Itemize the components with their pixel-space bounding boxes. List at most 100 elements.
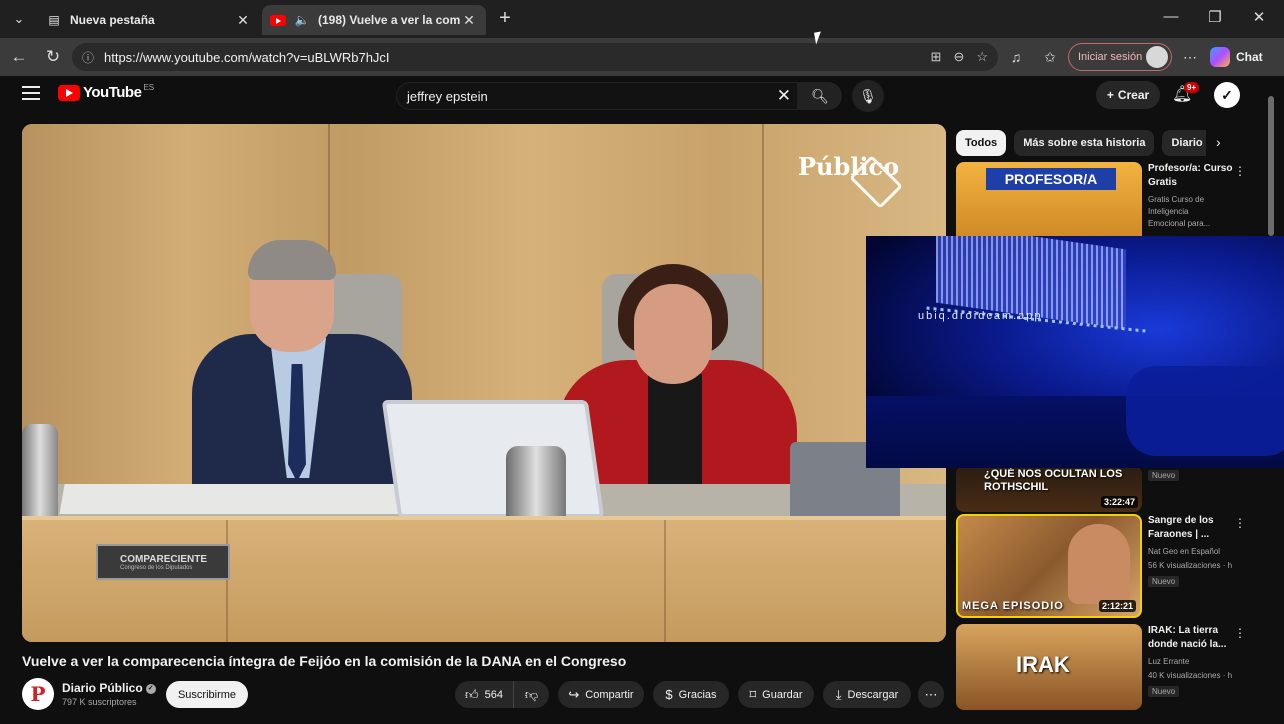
reco-views: 40 K visualizaciones · h xyxy=(1148,671,1233,680)
chip-all[interactable]: Todos xyxy=(956,130,1007,156)
thermos-jug xyxy=(22,424,58,524)
search-button[interactable]: 🔍︎ xyxy=(798,82,842,110)
download-icon: ⤓ xyxy=(835,686,842,702)
signin-button[interactable]: Iniciar sesión xyxy=(1068,43,1172,71)
search-query: jeffrey epstein xyxy=(407,88,488,104)
reco-title[interactable]: IRAK: La tierra donde nació la... xyxy=(1148,624,1238,652)
overlay-camera-video[interactable]: ubiq.droidcam.app xyxy=(866,236,1284,468)
thumbs-down-icon: 👎︎ xyxy=(524,686,539,702)
bookmark-icon: ⌑ xyxy=(749,686,757,702)
new-badge: Nuevo xyxy=(1148,470,1180,481)
voice-search-button[interactable]: 🎙︎ xyxy=(852,80,884,112)
share-label: Compartir xyxy=(585,688,634,701)
face xyxy=(634,284,712,384)
tab-title: (198) Vuelve a ver la comparecencia ínte… xyxy=(318,13,460,27)
thumbnail-text: PROFESOR/A xyxy=(986,168,1116,190)
chip-diario-publico[interactable]: Diario Público xyxy=(1162,130,1206,156)
more-dots-icon: ⋯ xyxy=(924,686,938,702)
logo-text: YouTube xyxy=(83,84,142,101)
menu-icon[interactable] xyxy=(22,86,40,100)
recommendation-item[interactable]: IRAK IRAK: La tierra donde nació la... L… xyxy=(956,624,1266,724)
reco-channel: Luz Errante xyxy=(1148,657,1190,666)
close-tab-icon[interactable]: ✕ xyxy=(234,12,252,29)
download-label: Descargar xyxy=(847,688,899,701)
channel-name-text: Diario Público xyxy=(62,681,143,695)
youtube-logo[interactable]: YouTube ES xyxy=(58,83,154,101)
video-thumbnail[interactable]: ¿QUÉ NOS OCULTAN LOS ROTHSCHIL 3:22:47 xyxy=(956,466,1142,512)
hair xyxy=(248,240,336,280)
reco-title[interactable]: Sangre de los Faraones | ... xyxy=(1148,514,1238,542)
monitor xyxy=(381,400,605,518)
reco-title[interactable]: Profesor/a: Curso Gratis xyxy=(1148,162,1238,190)
video-player[interactable]: COMPARECIENTE Congreso de los Diputados … xyxy=(22,124,946,642)
share-button[interactable]: ↪ Compartir xyxy=(558,681,644,708)
signin-label: Iniciar sesión xyxy=(1078,51,1143,63)
dislike-button[interactable]: 👎︎ xyxy=(513,681,549,708)
microphone-icon: 🎙︎ xyxy=(859,87,877,104)
clear-search-icon[interactable]: ✕ xyxy=(777,86,791,106)
verified-icon: ✓ xyxy=(145,683,156,694)
zoom-icon[interactable]: ⊖ xyxy=(953,49,964,65)
site-info-icon[interactable]: ⓘ xyxy=(82,49,96,66)
new-tab-icon[interactable]: + xyxy=(494,8,516,30)
favorites-icon[interactable]: ✩ xyxy=(1040,47,1060,67)
page-icon: ▤ xyxy=(48,13,60,27)
subscribe-button[interactable]: Suscribirme xyxy=(166,681,248,708)
media-control-icon[interactable]: ♫ xyxy=(1006,47,1026,67)
new-badge: Nuevo xyxy=(1148,576,1180,587)
reload-icon[interactable]: ↻ xyxy=(42,46,64,68)
app-icon[interactable]: ⊞ xyxy=(931,49,942,65)
copilot-chat-button[interactable]: Chat xyxy=(1210,44,1276,70)
restore-icon[interactable]: ❐ xyxy=(1204,8,1226,26)
more-options-icon[interactable]: ⋮ xyxy=(1234,516,1246,530)
recommendation-item[interactable]: MEGA EPISODIO 2:12:21 Sangre de los Fara… xyxy=(956,514,1266,618)
thumbs-up-icon: 👍︎ xyxy=(465,686,479,702)
reco-views: 56 K visualizaciones · h xyxy=(1148,561,1233,570)
thumbnail-text: IRAK xyxy=(1016,652,1070,677)
speaker-icon[interactable]: 🔈 xyxy=(294,12,310,28)
more-actions-button[interactable]: ⋯ xyxy=(918,681,944,708)
favorite-star-icon[interactable]: ☆ xyxy=(976,49,988,65)
like-count: 564 xyxy=(484,688,503,701)
video-thumbnail[interactable]: IRAK xyxy=(956,624,1142,710)
thumbnail-text: MEGA EPISODIO xyxy=(962,600,1064,612)
duration-badge: 2:12:21 xyxy=(1098,600,1136,612)
search-input[interactable]: jeffrey epstein ✕ xyxy=(396,82,798,110)
nameplate: COMPARECIENTE Congreso de los Diputados xyxy=(96,544,230,580)
tab-actions-chevron-icon[interactable]: ⌄ xyxy=(6,6,32,32)
close-window-icon[interactable]: ✕ xyxy=(1248,8,1270,26)
recommendation-item[interactable]: ¿QUÉ NOS OCULTAN LOS ROTHSCHIL 3:22:47 N… xyxy=(956,466,1266,512)
notification-badge: 9+ xyxy=(1184,82,1200,93)
address-bar[interactable]: ⓘ https://www.youtube.com/watch?v=uBLWRb… xyxy=(72,43,998,71)
save-button[interactable]: ⌑ Guardar xyxy=(738,681,814,708)
copilot-icon xyxy=(1210,47,1230,67)
new-badge: Nuevo xyxy=(1148,686,1180,697)
download-button[interactable]: ⤓ Descargar xyxy=(823,681,911,708)
channel-avatar[interactable]: P xyxy=(22,678,54,710)
minimize-icon[interactable]: — xyxy=(1160,8,1182,25)
video-thumbnail[interactable]: MEGA EPISODIO 2:12:21 xyxy=(956,514,1142,618)
youtube-play-icon xyxy=(58,84,80,101)
close-tab-icon[interactable]: ✕ xyxy=(460,12,478,29)
reco-meta: Inteligencia xyxy=(1148,207,1189,216)
chevron-right-icon[interactable]: › xyxy=(1216,134,1221,150)
chip-more-about-story[interactable]: Más sobre esta historia xyxy=(1014,130,1155,156)
thanks-button[interactable]: $ Gracias xyxy=(653,681,729,708)
tab-youtube-video[interactable]: 🔈 (198) Vuelve a ver la comparecencia ín… xyxy=(262,5,486,35)
reco-meta: Gratis Curso de xyxy=(1148,195,1205,204)
like-button[interactable]: 👍︎ 564 xyxy=(455,681,513,708)
tab-new-tab[interactable]: ▤ Nueva pestaña ✕ xyxy=(38,5,260,35)
more-options-icon[interactable]: ⋮ xyxy=(1234,626,1246,640)
video-title: Vuelve a ver la comparecencia íntegra de… xyxy=(22,653,627,669)
account-avatar[interactable]: ✓ xyxy=(1214,82,1240,108)
bed xyxy=(1126,366,1284,456)
create-button[interactable]: + Crear xyxy=(1096,81,1160,109)
back-icon[interactable]: ← xyxy=(8,46,30,68)
channel-name[interactable]: Diario Público ✓ xyxy=(62,681,156,695)
nameplate-subtext: Congreso de los Diputados xyxy=(120,564,193,571)
browser-toolbar: ← ↻ ⓘ https://www.youtube.com/watch?v=uB… xyxy=(0,38,1284,76)
profile-avatar-icon xyxy=(1146,46,1168,68)
more-menu-icon[interactable]: ⋯ xyxy=(1180,47,1200,67)
url-text: https://www.youtube.com/watch?v=uBLWRb7h… xyxy=(104,49,390,65)
more-options-icon[interactable]: ⋮ xyxy=(1234,164,1246,178)
